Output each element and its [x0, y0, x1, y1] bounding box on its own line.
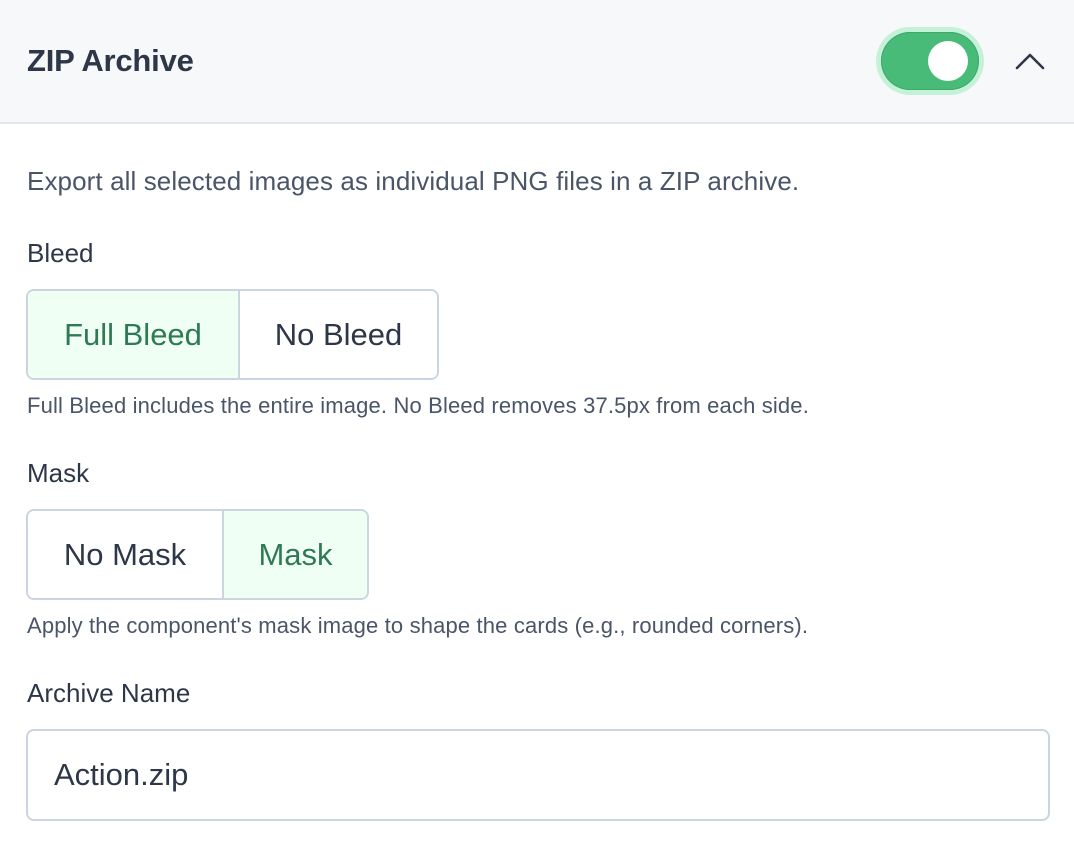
bleed-label: Bleed	[27, 238, 94, 268]
chevron-up-icon[interactable]	[1012, 43, 1048, 79]
full-bleed-option[interactable]: Full Bleed	[28, 291, 238, 378]
toggle-track	[881, 32, 979, 90]
panel-header: ZIP Archive	[0, 0, 1074, 124]
panel-description: Export all selected images as individual…	[27, 166, 800, 196]
panel-title: ZIP Archive	[27, 43, 194, 78]
toggle-knob	[928, 41, 968, 81]
no-bleed-option[interactable]: No Bleed	[238, 291, 437, 378]
mask-label: Mask	[27, 458, 90, 488]
no-mask-option[interactable]: No Mask	[28, 511, 222, 598]
archive-name-label: Archive Name	[27, 678, 191, 708]
bleed-segmented-control: Full Bleed No Bleed	[26, 289, 439, 380]
mask-help-text: Apply the component's mask image to shap…	[27, 613, 809, 638]
bleed-help-text: Full Bleed includes the entire image. No…	[27, 393, 809, 418]
mask-option[interactable]: Mask	[222, 511, 367, 598]
zip-archive-panel: ZIP Archive Export all selected images a…	[0, 0, 1074, 842]
enable-toggle[interactable]	[876, 27, 984, 95]
mask-segmented-control: No Mask Mask	[26, 509, 369, 600]
archive-name-input[interactable]	[26, 729, 1050, 821]
